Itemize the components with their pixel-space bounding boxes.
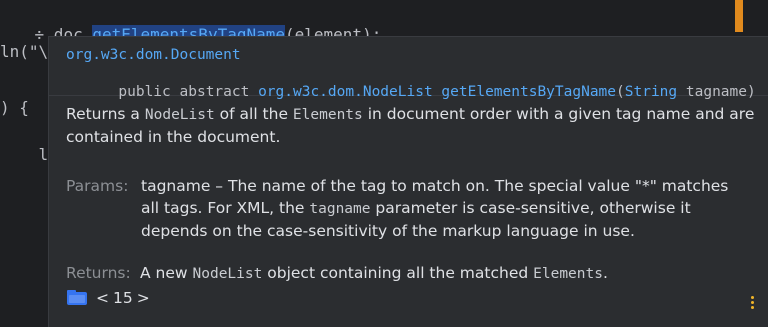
params-label: Params:	[66, 177, 129, 195]
text: .	[602, 264, 608, 282]
text: object containing all the matched	[262, 264, 534, 282]
quick-documentation-popup[interactable]: org.w3c.dom.Document public abstract org…	[48, 36, 768, 327]
returns-row: Returns: A new NodeList object containing…	[66, 262, 608, 285]
doc-footer: < 15 >	[66, 289, 150, 307]
jdk-version-label: 15	[113, 289, 133, 307]
code-line-2[interactable]: ln("\	[0, 42, 48, 61]
params-description: tagname – The name of the tag to match o…	[141, 175, 751, 242]
inline-code: Elements	[533, 266, 603, 282]
doc-signature-header: org.w3c.dom.Document public abstract org…	[49, 37, 768, 100]
modifiers: public abstract	[118, 84, 259, 100]
scrollbar-marker	[735, 0, 743, 32]
returns-label: Returns:	[66, 264, 131, 282]
text: of all the	[214, 105, 293, 123]
param-type-link[interactable]: String	[625, 84, 677, 100]
more-options-icon[interactable]	[751, 296, 755, 310]
code-line-3[interactable]: ) {	[0, 98, 29, 117]
text: Returns a	[66, 105, 145, 123]
return-type-link[interactable]: org.w3c.dom.NodeList	[258, 84, 433, 100]
doc-description: Returns a NodeList of all the Elements i…	[66, 103, 756, 148]
paren: (	[616, 84, 625, 100]
text: A new	[140, 264, 193, 282]
class-name-link[interactable]: org.w3c.dom.Document	[66, 47, 241, 63]
method-name: getElementsByTagName	[441, 84, 617, 100]
inline-code: tagname	[309, 201, 371, 217]
inline-code: NodeList	[144, 107, 215, 123]
inline-code: Elements	[292, 107, 363, 123]
prev-version-button[interactable]: <	[96, 289, 109, 307]
inline-code: NodeList	[192, 266, 263, 282]
book-icon[interactable]	[66, 290, 88, 306]
params-label-row: Params:	[66, 175, 140, 197]
param-name: tagname	[677, 84, 747, 100]
paren: )	[747, 84, 756, 100]
next-version-button[interactable]: >	[137, 289, 150, 307]
